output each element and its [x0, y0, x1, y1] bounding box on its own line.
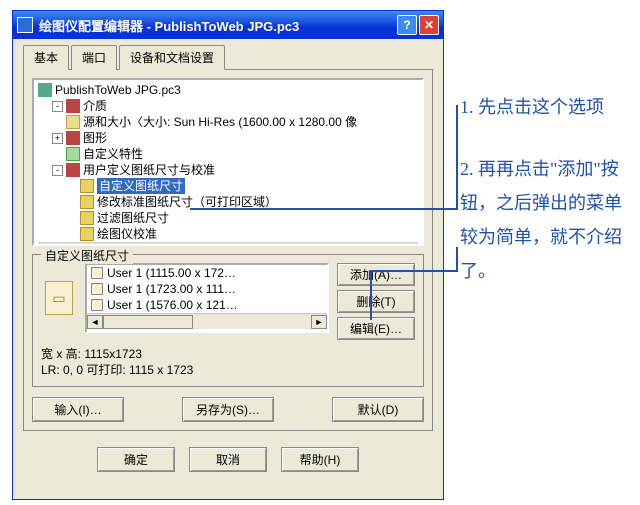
tab-device-settings[interactable]: 设备和文档设置 — [119, 45, 225, 70]
size-info-wh: 宽 x 高: 1115x1723 — [41, 346, 415, 362]
tree-view[interactable]: PublishToWeb JPG.pc3 -介质 源和大小〈大小: Sun Hi… — [32, 78, 424, 246]
list-h-scrollbar[interactable]: ◄ ► — [87, 313, 327, 329]
tree-root[interactable]: PublishToWeb JPG.pc3 — [38, 82, 418, 98]
item-icon — [91, 283, 103, 295]
collapse-icon[interactable]: - — [52, 101, 63, 112]
folder-icon — [66, 99, 80, 113]
titlebar: 绘图仪配置编辑器 - PublishToWeb JPG.pc3 ? ✕ — [13, 11, 443, 39]
tree-modify-std[interactable]: 修改标准图纸尺寸（可打印区域） — [38, 194, 418, 210]
help-button[interactable]: 帮助(H) — [281, 447, 359, 472]
collapse-icon[interactable]: - — [52, 165, 63, 176]
tree-custom-size[interactable]: 自定义图纸尺寸 — [38, 178, 418, 194]
list-item[interactable]: User 1 (1576.00 x 121… — [87, 297, 327, 313]
add-button[interactable]: 添加(A)… — [337, 263, 415, 286]
tree-graphics[interactable]: +图形 — [38, 130, 418, 146]
tree-media[interactable]: -介质 — [38, 98, 418, 114]
window-title: 绘图仪配置编辑器 - PublishToWeb JPG.pc3 — [39, 16, 397, 35]
tree-user-paper[interactable]: -用户定义图纸尺寸与校准 — [38, 162, 418, 178]
edit-button[interactable]: 编辑(E)… — [337, 317, 415, 340]
tree-filter-sizes[interactable]: 过滤图纸尺寸 — [38, 210, 418, 226]
paper-icon: ▭ — [45, 281, 73, 315]
tree-custom-props[interactable]: 自定义特性 — [38, 146, 418, 162]
cancel-button[interactable]: 取消 — [189, 447, 267, 472]
page-icon — [80, 195, 94, 209]
plotter-icon — [38, 83, 52, 97]
page-icon — [80, 227, 94, 241]
page-icon — [80, 179, 94, 193]
size-listbox[interactable]: User 1 (1115.00 x 172… User 1 (1723.00 x… — [85, 263, 329, 333]
delete-button[interactable]: 删除(T) — [337, 290, 415, 313]
list-item[interactable]: User 1 (1723.00 x 111… — [87, 281, 327, 297]
h-scrollbar[interactable]: ◄ ► — [38, 242, 418, 246]
scroll-thumb[interactable] — [103, 315, 193, 329]
page-icon — [80, 211, 94, 225]
annotations: 1. 先点击这个选项 2. 再再点击"添加"按钮，之后弹出的菜单较为简单，就不介… — [460, 90, 628, 288]
callout-line-2v2 — [456, 247, 458, 272]
tab-basic[interactable]: 基本 — [23, 45, 69, 70]
app-icon — [17, 17, 33, 33]
tab-panel: PublishToWeb JPG.pc3 -介质 源和大小〈大小: Sun Hi… — [23, 69, 433, 431]
default-button[interactable]: 默认(D) — [332, 397, 424, 422]
tree-plotter-calib[interactable]: 绘图仪校准 — [38, 226, 418, 242]
item-icon — [91, 267, 103, 279]
annotation-1: 1. 先点击这个选项 — [460, 90, 628, 124]
scroll-right-icon[interactable]: ► — [311, 315, 327, 329]
tab-bar: 基本 端口 设备和文档设置 — [13, 39, 443, 70]
scroll-thumb[interactable] — [54, 244, 314, 247]
callout-line-1v — [456, 105, 458, 210]
list-item[interactable]: User 1 (1115.00 x 172… — [87, 265, 327, 281]
tree-source-size[interactable]: 源和大小〈大小: Sun Hi-Res (1600.00 x 1280.00 像 — [38, 114, 418, 130]
import-button[interactable]: 输入(I)… — [32, 397, 124, 422]
expand-icon[interactable]: + — [52, 133, 63, 144]
help-button-icon[interactable]: ? — [397, 15, 417, 35]
folder-icon — [66, 131, 80, 145]
ok-button[interactable]: 确定 — [97, 447, 175, 472]
scroll-right-icon[interactable]: ► — [402, 244, 418, 247]
size-info-lr: LR: 0, 0 可打印: 1115 x 1723 — [41, 362, 415, 378]
scroll-left-icon[interactable]: ◄ — [38, 244, 54, 247]
group-title: 自定义图纸尺寸 — [41, 247, 133, 264]
item-icon — [91, 299, 103, 311]
custom-size-group: 自定义图纸尺寸 ▭ User 1 (1115.00 x 172… User 1 … — [32, 254, 424, 387]
annotation-2: 2. 再再点击"添加"按钮，之后弹出的菜单较为简单，就不介绍了。 — [460, 152, 628, 288]
page-icon — [66, 115, 80, 129]
saveas-button[interactable]: 另存为(S)… — [182, 397, 274, 422]
folder-icon — [66, 163, 80, 177]
dialog-window: 绘图仪配置编辑器 - PublishToWeb JPG.pc3 ? ✕ 基本 端… — [12, 10, 444, 500]
tab-port[interactable]: 端口 — [71, 45, 117, 70]
props-icon — [66, 147, 80, 161]
scroll-left-icon[interactable]: ◄ — [87, 315, 103, 329]
close-icon[interactable]: ✕ — [419, 15, 439, 35]
